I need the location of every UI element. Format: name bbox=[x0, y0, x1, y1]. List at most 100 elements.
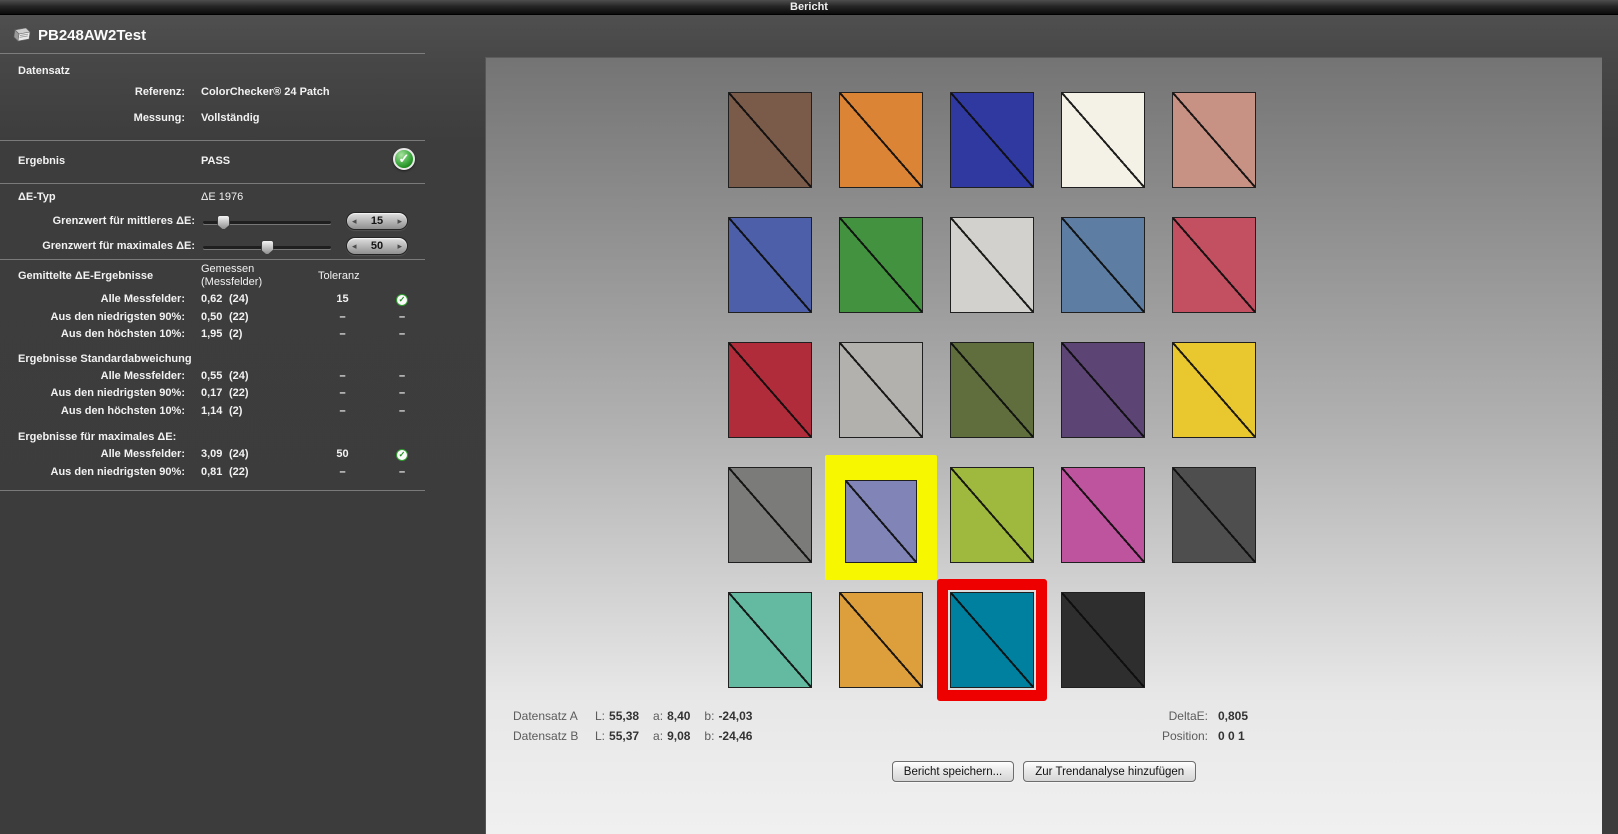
selected-patch-readout: DeltaE:0,805 bbox=[1146, 706, 1248, 726]
report-panel: Datensatz AL:55,38a:8,40b:-24,03Datensat… bbox=[485, 57, 1602, 834]
de-type-value: ΔE 1976 bbox=[201, 191, 243, 203]
color-patch[interactable] bbox=[839, 592, 923, 688]
status-dash: – bbox=[389, 466, 415, 478]
pass-check-icon: ✓ bbox=[393, 148, 415, 170]
stepper-increment-icon[interactable]: ▸ bbox=[397, 242, 402, 251]
patch-swatch bbox=[950, 592, 1034, 688]
status-dash: – bbox=[389, 328, 415, 340]
color-patch[interactable] bbox=[728, 467, 812, 563]
color-patch[interactable] bbox=[728, 342, 812, 438]
patch-swatch bbox=[950, 467, 1034, 563]
slider-thumb[interactable] bbox=[217, 215, 230, 230]
dataset-section-label: Datensatz bbox=[18, 65, 70, 77]
max-de-limit-slider[interactable] bbox=[203, 246, 331, 249]
results-table-header: Gemittelte ΔE-Ergebnisse Gemessen (Messf… bbox=[0, 263, 425, 291]
patch-swatch bbox=[728, 217, 812, 313]
reference-label: Referenz: bbox=[0, 86, 185, 98]
color-patch[interactable] bbox=[950, 467, 1034, 563]
dataset-readout-line: Datensatz BL:55,37a:9,08b:-24,46 bbox=[513, 726, 766, 746]
color-patch[interactable] bbox=[1172, 92, 1256, 188]
color-patch[interactable] bbox=[1061, 467, 1145, 563]
patch-swatch bbox=[1061, 217, 1145, 313]
result-row: Aus den niedrigsten 90%:0,50(22)–– bbox=[0, 309, 425, 327]
avg-de-limit-slider[interactable] bbox=[203, 221, 331, 224]
color-patch[interactable] bbox=[1061, 592, 1145, 688]
color-patch[interactable] bbox=[728, 92, 812, 188]
status-dash: – bbox=[389, 370, 415, 382]
slider-thumb[interactable] bbox=[261, 240, 274, 255]
color-patch[interactable] bbox=[950, 92, 1034, 188]
window-title: Bericht bbox=[790, 1, 828, 13]
color-patch[interactable] bbox=[950, 592, 1034, 688]
patch-swatch bbox=[845, 480, 917, 563]
color-patch[interactable] bbox=[839, 342, 923, 438]
section-title: Gemittelte ΔE-Ergebnisse bbox=[18, 270, 153, 282]
patch-swatch bbox=[950, 92, 1034, 188]
avg-de-limit-value: 15 bbox=[357, 215, 398, 227]
avg-de-limit-stepper[interactable]: ◂ 15 ▸ bbox=[346, 212, 408, 230]
reference-value: ColorChecker® 24 Patch bbox=[201, 86, 330, 98]
status-dash: – bbox=[389, 405, 415, 417]
result-value: PASS bbox=[201, 155, 230, 167]
color-patch[interactable] bbox=[1172, 217, 1256, 313]
result-row: Aus den höchsten 10%:1,14(2)–– bbox=[0, 403, 425, 421]
color-patch[interactable] bbox=[728, 217, 812, 313]
measurement-label: Messung: bbox=[0, 112, 185, 124]
result-row: Alle Messfelder:3,09(24)50✓ bbox=[0, 446, 425, 464]
patch-swatch bbox=[1172, 467, 1256, 563]
color-patch[interactable] bbox=[839, 92, 923, 188]
dataset-name: Datensatz A bbox=[513, 709, 595, 723]
colorchecker-patch-grid bbox=[728, 92, 1256, 688]
color-patch[interactable] bbox=[1061, 92, 1145, 188]
color-patch[interactable] bbox=[950, 342, 1034, 438]
result-row: Aus den niedrigsten 90%:0,81(22)–– bbox=[0, 464, 425, 482]
measured-column-header: Gemessen (Messfelder) bbox=[201, 263, 262, 289]
color-patch[interactable] bbox=[1172, 342, 1256, 438]
color-patch[interactable] bbox=[1061, 342, 1145, 438]
avg-de-limit-label: Grenzwert für mittleres ΔE: bbox=[0, 215, 195, 227]
report-sidebar: PB248AW2Test Datensatz Referenz: ColorCh… bbox=[0, 15, 485, 834]
avg-de-limit-row: Grenzwert für mittleres ΔE: ◂ 15 ▸ bbox=[0, 211, 425, 233]
color-patch[interactable] bbox=[728, 592, 812, 688]
patch-swatch bbox=[839, 342, 923, 438]
divider bbox=[0, 490, 425, 491]
result-row: Alle Messfelder:0,62(24)15✓ bbox=[0, 291, 425, 309]
max-de-limit-stepper[interactable]: ◂ 50 ▸ bbox=[346, 237, 408, 255]
patch-swatch bbox=[728, 467, 812, 563]
patch-swatch bbox=[950, 217, 1034, 313]
dataset-name: Datensatz B bbox=[513, 729, 595, 743]
stepper-increment-icon[interactable]: ▸ bbox=[397, 217, 402, 226]
patch-swatch bbox=[728, 592, 812, 688]
pass-check-mini-icon: ✓ bbox=[396, 294, 408, 306]
report-header: PB248AW2Test bbox=[12, 27, 146, 44]
color-patch[interactable] bbox=[950, 217, 1034, 313]
selected-patch-info: DeltaE:0,805Position:0 0 1 bbox=[1146, 706, 1248, 746]
section-title: Ergebnisse für maximales ΔE: bbox=[0, 428, 425, 446]
patch-swatch bbox=[1172, 342, 1256, 438]
profile-name: PB248AW2Test bbox=[38, 27, 146, 44]
max-de-limit-label: Grenzwert für maximales ΔE: bbox=[0, 240, 195, 252]
patch-swatch bbox=[1061, 592, 1145, 688]
patch-readouts: Datensatz AL:55,38a:8,40b:-24,03Datensat… bbox=[513, 706, 766, 746]
result-row: Alle Messfelder:0,55(24)–– bbox=[0, 368, 425, 386]
add-to-trend-analysis-button[interactable]: Zur Trendanalyse hinzufügen bbox=[1023, 761, 1196, 782]
status-dash: – bbox=[389, 311, 415, 323]
results-table: Gemittelte ΔE-Ergebnisse Gemessen (Messf… bbox=[0, 263, 425, 481]
report-icon bbox=[12, 28, 31, 43]
color-patch[interactable] bbox=[1061, 217, 1145, 313]
divider bbox=[0, 259, 425, 260]
save-report-button[interactable]: Bericht speichern... bbox=[892, 761, 1014, 782]
patch-swatch bbox=[839, 92, 923, 188]
tolerance-column-header: Toleranz bbox=[318, 270, 360, 282]
color-patch[interactable] bbox=[839, 467, 923, 563]
patch-swatch bbox=[1172, 217, 1256, 313]
window-title-bar: Bericht bbox=[0, 0, 1618, 15]
patch-swatch bbox=[839, 217, 923, 313]
de-type-label: ΔE-Typ bbox=[18, 191, 56, 203]
color-patch[interactable] bbox=[839, 217, 923, 313]
divider bbox=[0, 53, 425, 54]
dataset-readout-line: Datensatz AL:55,38a:8,40b:-24,03 bbox=[513, 706, 766, 726]
result-row: Aus den höchsten 10%:1,95(2)–– bbox=[0, 326, 425, 344]
selected-patch-readout: Position:0 0 1 bbox=[1146, 726, 1248, 746]
color-patch[interactable] bbox=[1172, 467, 1256, 563]
